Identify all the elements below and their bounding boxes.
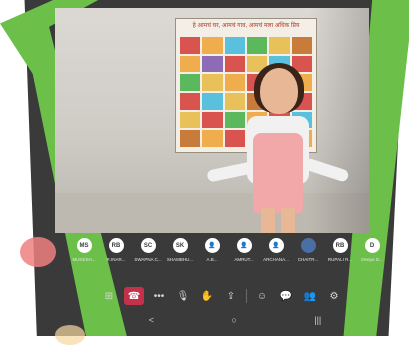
decorative-pink-circle <box>20 237 56 267</box>
participant-tile[interactable]: RB RUPALI R... <box>326 238 354 262</box>
raise-hand-icon[interactable]: ✋ <box>198 287 216 305</box>
main-video-feed: हे आमचं घर, आमचं गाव, आमचं मला अधिक प्रि… <box>55 8 369 233</box>
avatar: 👤 <box>204 238 220 253</box>
decorative-peach-circle <box>55 325 85 345</box>
participant-name: MUKESH... <box>72 257 96 262</box>
participant-name: CHAITR... <box>297 257 319 262</box>
avatar: 👤 <box>236 238 252 253</box>
avatar: 👤 <box>268 238 284 253</box>
participant-tile[interactable]: 👤 AMRUT... <box>230 238 258 262</box>
android-nav-bar: < ○ ||| <box>110 313 360 327</box>
participant-tile[interactable]: 👤 A.B... <box>198 238 226 262</box>
settings-icon[interactable]: ⚙ <box>325 287 343 305</box>
participant-name: SHAMBHU... <box>166 257 194 262</box>
avatar: SK <box>172 238 188 253</box>
more-options-button[interactable]: ••• <box>150 287 168 305</box>
avatar: MS <box>76 238 92 253</box>
speaker-right-leg <box>281 208 295 233</box>
participant-tile[interactable]: SC SWAPNA C... <box>134 238 162 262</box>
poster-title: हे आमचं घर, आमचं गाव, आमचं मला अधिक प्रि… <box>192 23 300 29</box>
grid-view-icon[interactable]: ⊞ <box>100 287 118 305</box>
participant-tile[interactable]: 👤 ARCHANA... <box>262 238 290 262</box>
reaction-icon[interactable]: ☺ <box>253 287 271 305</box>
control-divider <box>246 289 247 303</box>
participant-tile[interactable]: RB R.INAR... <box>102 238 130 262</box>
video-wall-shadow <box>309 8 369 233</box>
speaker-left-leg <box>261 208 275 233</box>
participant-tile[interactable]: MS MUKESH... <box>70 238 98 262</box>
participant-name: AMRUT... <box>234 257 254 262</box>
participant-name: R.INAR... <box>106 257 126 262</box>
chat-icon[interactable]: 💬 <box>277 287 295 305</box>
speaker-dress <box>253 133 303 213</box>
hang-up-button[interactable]: ☎ <box>124 287 144 305</box>
participants-strip: MS MUKESH... RB R.INAR... SC SWAPNA C... SK… <box>70 238 383 276</box>
participant-name: A.B... <box>206 257 218 262</box>
avatar: SC <box>140 238 156 253</box>
participant-name: RUPALI R... <box>327 257 353 262</box>
nav-back-icon[interactable]: < <box>149 315 154 325</box>
avatar-photo <box>300 238 316 253</box>
speaker-left-arm <box>206 161 254 183</box>
participant-tile[interactable]: D Deepa D... <box>358 238 386 262</box>
nav-home-icon[interactable]: ○ <box>231 315 236 325</box>
participant-name: ARCHANA... <box>263 257 289 262</box>
speaker-face <box>260 68 298 114</box>
people-icon[interactable]: 👥 <box>301 287 319 305</box>
nav-recents-icon[interactable]: ||| <box>314 315 321 325</box>
share-icon[interactable]: ⇪ <box>222 287 240 305</box>
avatar: RB <box>332 238 348 253</box>
participant-name: SWAPNA C... <box>134 257 162 262</box>
avatar: D <box>364 238 380 253</box>
meeting-control-bar: ⊞ ☎ ••• 🎙 ✋ ⇪ ☺ 💬 👥 ⚙ <box>100 283 385 309</box>
participant-tile[interactable]: SK SHAMBHU... <box>166 238 194 262</box>
avatar: RB <box>108 238 124 253</box>
participant-name: Deepa D... <box>361 257 383 262</box>
mic-icon[interactable]: 🎙 <box>174 287 192 305</box>
participant-tile[interactable]: CHAITR... <box>294 238 322 262</box>
